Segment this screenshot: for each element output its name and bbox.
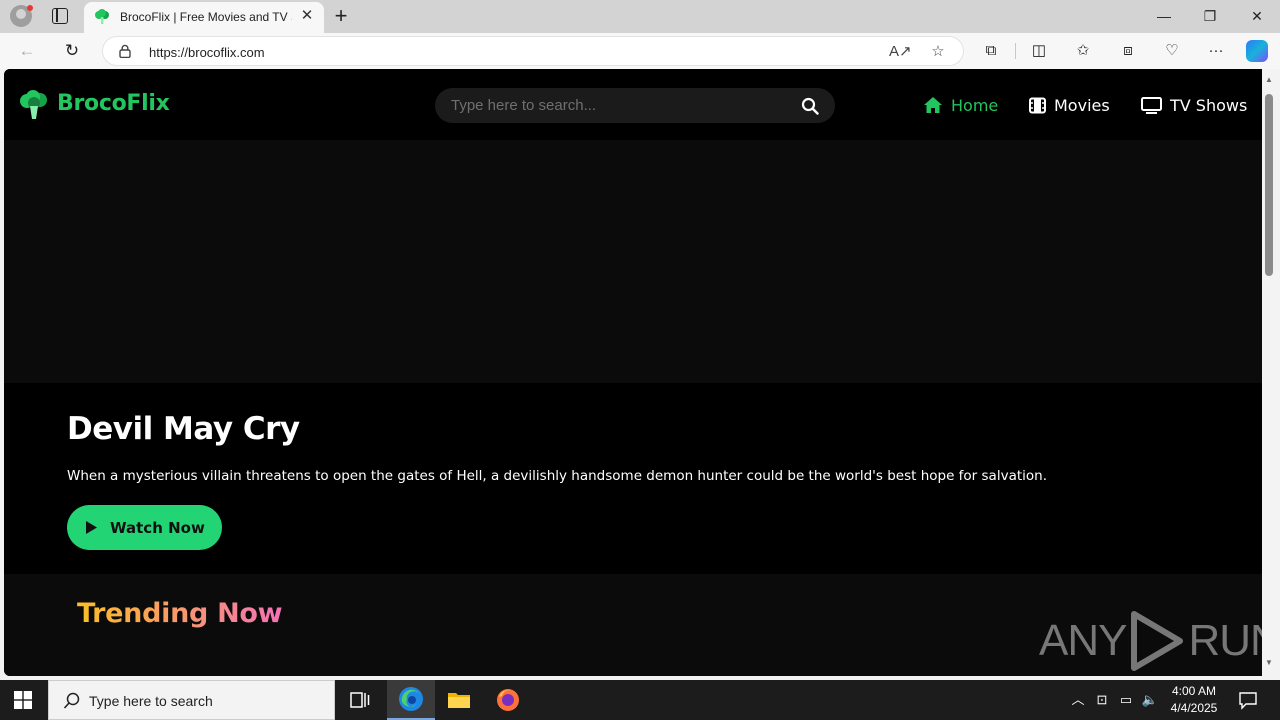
toolbar-separator (1015, 43, 1016, 59)
task-view-button[interactable] (336, 680, 384, 720)
nav-tv-shows[interactable]: TV Shows (1141, 93, 1247, 117)
edge-icon (399, 687, 423, 711)
clock-date: 4/4/2025 (1170, 701, 1218, 715)
windows-start-icon[interactable] (14, 691, 32, 709)
search-icon (63, 692, 80, 709)
notifications-icon[interactable] (1238, 690, 1258, 710)
nav-tv-shows-label: TV Shows (1170, 95, 1248, 115)
watch-now-label: Watch Now (110, 518, 205, 537)
back-arrow-icon[interactable]: ← (17, 41, 37, 61)
favorites-icon[interactable]: ✩ (1073, 41, 1093, 61)
scroll-up-icon[interactable]: ▲ (1264, 75, 1274, 85)
nav-home[interactable]: Home (923, 93, 998, 117)
tab-title: BrocoFlix | Free Movies and TV Shows (120, 10, 292, 24)
minimize-button[interactable]: — (1154, 6, 1174, 26)
copilot-icon[interactable] (1246, 40, 1268, 62)
address-bar[interactable]: https://brocoflix.com A↗ ☆ (102, 36, 964, 66)
film-icon (1029, 97, 1046, 113)
broccoli-logo-icon[interactable] (18, 90, 50, 120)
home-icon (924, 97, 942, 113)
nav-movies[interactable]: Movies (1029, 93, 1110, 117)
volume-icon[interactable]: 🔈 (1141, 691, 1159, 709)
restore-button[interactable]: ❐ (1200, 6, 1220, 26)
tray-overflow-chevron-icon[interactable]: ︿ (1069, 691, 1087, 709)
tv-icon (1141, 96, 1162, 114)
lock-icon[interactable] (119, 44, 131, 58)
scroll-thumb[interactable] (1265, 94, 1273, 276)
anyrun-watermark: ANY RUN (1039, 609, 1262, 673)
scroll-down-icon[interactable]: ▼ (1264, 658, 1274, 668)
site-header: BrocoFlix Home Movies (4, 69, 1262, 140)
firefox-icon (497, 689, 519, 711)
page-viewport: BrocoFlix Home Movies (4, 69, 1262, 676)
network-icon[interactable]: ▭ (1117, 691, 1135, 709)
nav-movies-label: Movies (1054, 95, 1110, 115)
browser-essentials-icon[interactable]: ♡ (1162, 41, 1182, 61)
favorite-star-icon[interactable]: ☆ (928, 42, 948, 62)
broccoli-favicon-icon (95, 9, 109, 24)
watermark-any: ANY (1039, 616, 1127, 665)
tray-device-icon[interactable]: ⊡ (1093, 691, 1111, 709)
taskbar-firefox[interactable] (484, 680, 532, 720)
refresh-icon[interactable]: ↻ (62, 41, 82, 61)
watch-now-button[interactable]: Watch Now (67, 505, 222, 550)
taskbar-search-placeholder: Type here to search (89, 693, 213, 709)
search-bar (435, 88, 835, 123)
folder-icon (448, 693, 470, 708)
hero-description: When a mysterious villain threatens to o… (67, 468, 1047, 484)
read-aloud-icon[interactable]: A↗ (889, 42, 912, 62)
taskbar-file-explorer[interactable] (435, 680, 483, 720)
url-text[interactable]: https://brocoflix.com (149, 45, 265, 60)
browser-toolbar: ← ↻ https://brocoflix.com A↗ ☆ ⧉ ◫ ✩ ⧈ ♡… (0, 33, 1280, 69)
taskbar-clock[interactable]: 4:00 AM 4/4/2025 (1163, 683, 1225, 717)
clock-time: 4:00 AM (1171, 684, 1217, 698)
new-tab-button[interactable]: + (331, 4, 351, 28)
browser-tab-brocoflix[interactable]: BrocoFlix | Free Movies and TV Shows ✕ (84, 2, 324, 33)
collections-icon[interactable]: ⧈ (1118, 41, 1138, 61)
hero-backdrop (4, 140, 1262, 383)
task-view-icon (350, 692, 370, 708)
play-icon (86, 521, 97, 534)
trending-title: Trending Now (77, 598, 283, 629)
search-icon[interactable] (801, 97, 819, 115)
browser-tab-bar: BrocoFlix | Free Movies and TV Shows ✕ +… (0, 0, 1280, 33)
taskbar-search[interactable]: Type here to search (48, 680, 335, 720)
hero-title: Devil May Cry (67, 411, 300, 447)
nav-home-label: Home (951, 95, 999, 115)
extensions-icon[interactable]: ⧉ (981, 41, 1001, 61)
search-input[interactable] (435, 88, 795, 123)
close-window-button[interactable]: ✕ (1247, 6, 1267, 26)
windows-taskbar: Type here to search ︿ ⊡ ▭ 🔈 4:00 AM 4/4/… (0, 680, 1280, 720)
tab-close-icon[interactable]: ✕ (299, 8, 315, 24)
split-screen-icon[interactable]: ◫ (1029, 41, 1049, 61)
page-scrollbar[interactable]: ▲ ▼ (1262, 69, 1276, 676)
hero-section: Devil May Cry When a mysterious villain … (4, 383, 1262, 574)
watermark-run: RUN (1188, 616, 1262, 665)
watermark-play-icon (1131, 611, 1184, 671)
tab-actions-icon[interactable] (52, 8, 68, 24)
profile-notification-dot (27, 5, 33, 11)
taskbar-edge[interactable] (387, 680, 435, 720)
brand-name[interactable]: BrocoFlix (57, 91, 170, 116)
more-menu-icon[interactable]: ··· (1206, 41, 1226, 61)
